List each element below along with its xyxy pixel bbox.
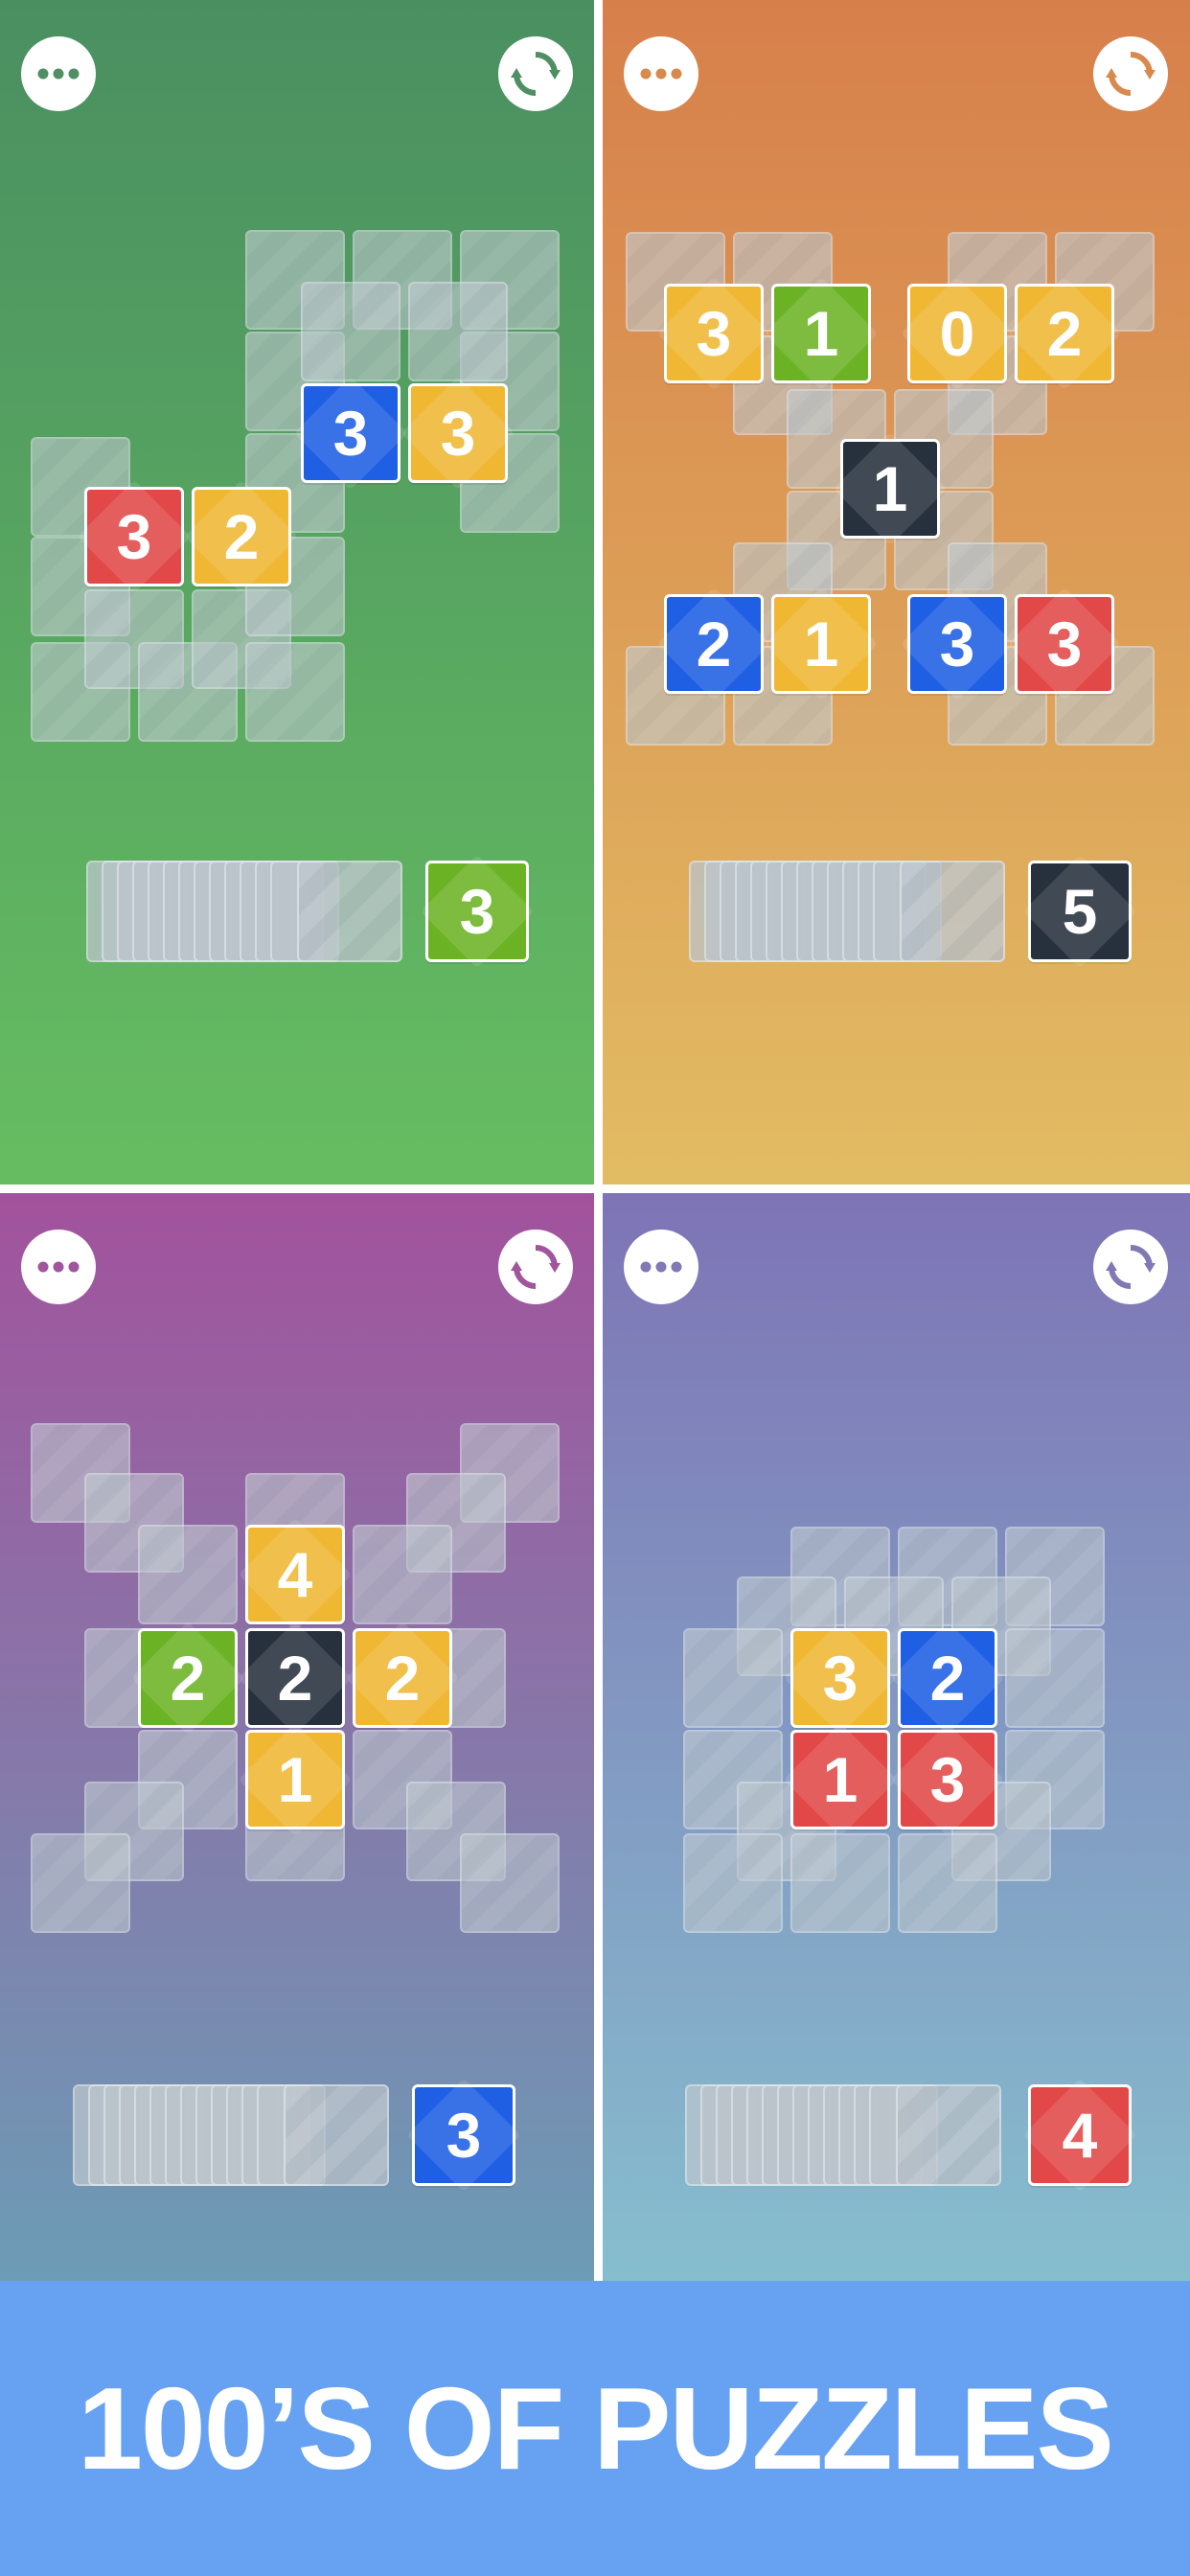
number-tile[interactable]: 3	[408, 383, 508, 483]
reload-button[interactable]	[498, 36, 573, 111]
hidden-tile	[353, 1525, 452, 1624]
hidden-tile	[138, 1525, 238, 1624]
next-card[interactable]: 3	[412, 2084, 515, 2186]
three-dots-icon	[37, 68, 80, 80]
hidden-tile	[245, 642, 345, 742]
hidden-tile	[460, 1833, 560, 1933]
number-tile[interactable]: 3	[664, 284, 764, 383]
next-card[interactable]: 3	[425, 861, 529, 962]
number-tile[interactable]: 3	[898, 1730, 997, 1829]
number-tile[interactable]: 3	[301, 383, 400, 483]
hidden-tile	[1005, 1628, 1105, 1728]
menu-button[interactable]	[624, 1230, 698, 1304]
number-tile[interactable]: 2	[1015, 284, 1114, 383]
reload-button[interactable]	[1093, 1230, 1168, 1304]
number-tile[interactable]: 4	[245, 1525, 345, 1624]
number-tile[interactable]: 2	[192, 487, 291, 586]
reload-button[interactable]	[498, 1230, 573, 1304]
puzzle-panel-lavender: 3 2 1 3 4	[603, 1193, 1190, 2281]
three-dots-icon	[640, 1261, 682, 1273]
number-tile[interactable]: 1	[771, 284, 871, 383]
menu-button[interactable]	[21, 36, 96, 111]
hidden-tile	[301, 282, 400, 381]
hidden-tile	[898, 1833, 997, 1933]
number-tile[interactable]: 2	[353, 1628, 452, 1728]
number-tile[interactable]: 1	[771, 594, 871, 694]
number-tile[interactable]: 2	[138, 1628, 238, 1728]
deck-top-card	[297, 861, 402, 962]
card-deck[interactable]	[689, 861, 1005, 962]
card-deck[interactable]	[685, 2084, 1001, 2186]
number-tile[interactable]: 1	[840, 439, 940, 539]
number-tile[interactable]: 1	[245, 1730, 345, 1829]
number-tile[interactable]: 2	[898, 1628, 997, 1728]
deck-top-card	[900, 861, 1005, 962]
reload-button[interactable]	[1093, 36, 1168, 111]
menu-button[interactable]	[624, 36, 698, 111]
puzzle-panel-orange: 3 1 0 2 1 2 1 3 3 5	[603, 0, 1190, 1184]
number-tile[interactable]: 1	[790, 1730, 890, 1829]
number-tile[interactable]: 3	[84, 487, 184, 586]
card-deck[interactable]	[86, 861, 402, 962]
promo-banner: 100’S OF PUZZLES	[0, 2281, 1190, 2576]
next-card[interactable]: 5	[1028, 861, 1132, 962]
hidden-tile	[790, 1833, 890, 1933]
number-tile[interactable]: 2	[245, 1628, 345, 1728]
number-tile[interactable]: 2	[664, 594, 764, 694]
number-tile[interactable]: 3	[907, 594, 1007, 694]
puzzle-panel-green: 3 2 3 3 3	[0, 0, 594, 1184]
number-tile[interactable]: 3	[790, 1628, 890, 1728]
reload-arrows-icon	[511, 52, 561, 96]
hidden-tile	[683, 1833, 783, 1933]
three-dots-icon	[37, 1261, 80, 1273]
menu-button[interactable]	[21, 1230, 96, 1304]
deck-top-card	[896, 2084, 1001, 2186]
deck-top-card	[284, 2084, 389, 2186]
reload-arrows-icon	[511, 1245, 561, 1289]
next-card[interactable]: 4	[1028, 2084, 1132, 2186]
number-tile[interactable]: 3	[1015, 594, 1114, 694]
banner-title: 100’S OF PUZZLES	[78, 2363, 1114, 2494]
hidden-tile	[31, 1833, 130, 1933]
hidden-tile	[408, 282, 508, 381]
reload-arrows-icon	[1106, 1245, 1156, 1289]
puzzle-panel-purple: 4 2 2 2 1 3	[0, 1193, 594, 2281]
number-tile[interactable]: 0	[907, 284, 1007, 383]
hidden-tile	[683, 1628, 783, 1728]
three-dots-icon	[640, 68, 682, 80]
card-deck[interactable]	[73, 2084, 389, 2186]
reload-arrows-icon	[1106, 52, 1156, 96]
